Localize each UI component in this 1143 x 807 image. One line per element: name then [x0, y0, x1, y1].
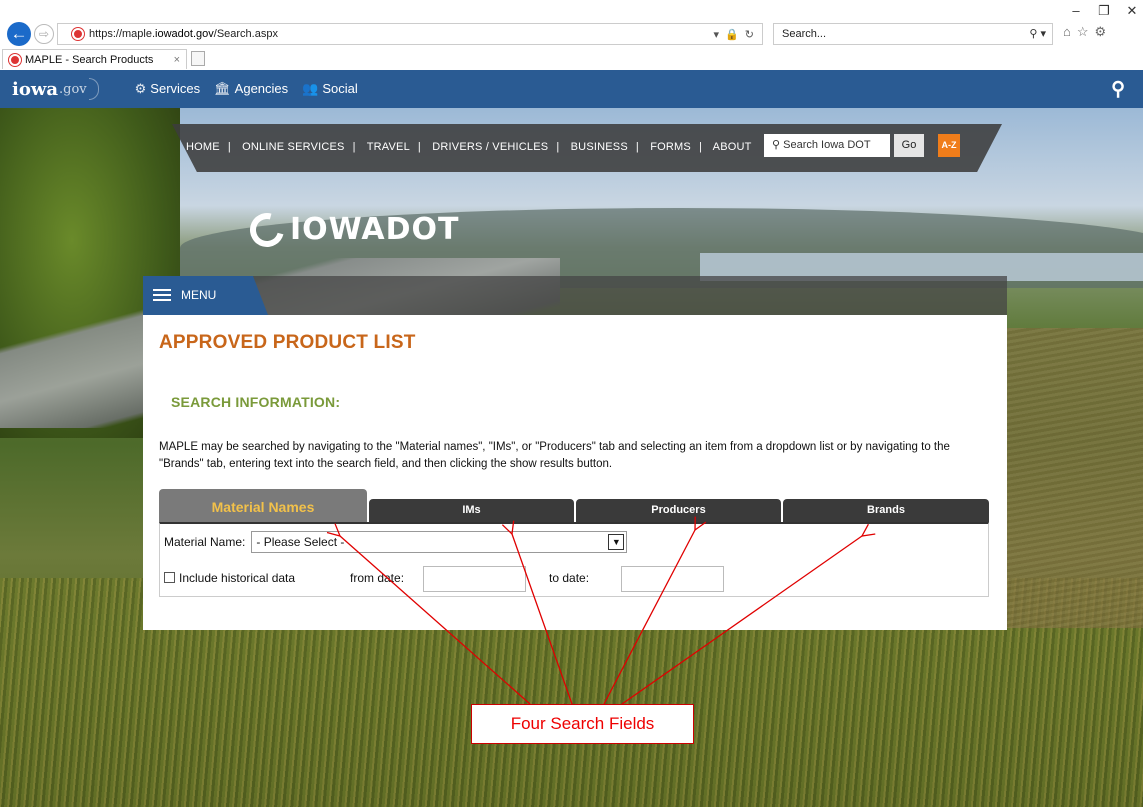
- nav-forms[interactable]: FORMS: [650, 141, 691, 153]
- search-tabs: Material Names IMs Producers Brands: [159, 489, 989, 522]
- four-search-fields-callout: Four Search Fields: [471, 704, 694, 744]
- from-date-label: from date:: [350, 571, 405, 585]
- nav-home[interactable]: HOME: [186, 141, 220, 153]
- menu-button[interactable]: MENU: [143, 276, 268, 315]
- tab-material-names[interactable]: Material Names: [159, 489, 367, 522]
- tab-favicon-icon: [9, 53, 21, 66]
- nav-business[interactable]: BUSINESS: [571, 141, 628, 153]
- gov-nav-services[interactable]: ⚙ Services: [135, 81, 201, 97]
- cogs-icon: ⚙: [134, 81, 147, 96]
- gov-bar: iowa .gov ⚙ Services 🏛 Agencies 👥 Social ⚲: [0, 70, 1143, 108]
- top-nav-links: HOME | ONLINE SERVICES | TRAVEL | DRIVERS /…: [186, 141, 752, 153]
- nav-about[interactable]: ABOUT: [713, 141, 752, 153]
- page-title: APPROVED PRODUCT LIST: [159, 332, 416, 353]
- home-icon[interactable]: ⌂: [1063, 24, 1071, 40]
- forward-button[interactable]: ⇨: [34, 24, 54, 44]
- tab-producers[interactable]: Producers: [576, 499, 781, 522]
- intro-text: MAPLE may be searched by navigating to t…: [159, 441, 950, 470]
- chevron-down-icon[interactable]: ▼: [608, 534, 625, 550]
- material-name-label: Material Name:: [164, 535, 246, 549]
- to-date-label: to date:: [549, 571, 590, 585]
- to-date-input[interactable]: [621, 566, 724, 592]
- section-title: SEARCH INFORMATION:: [171, 394, 341, 410]
- dropdown-arrow-icon[interactable]: ▾: [714, 28, 720, 41]
- from-date-input[interactable]: [423, 566, 526, 592]
- nav-online-services[interactable]: ONLINE SERVICES: [242, 141, 344, 153]
- nav-drivers-vehicles[interactable]: DRIVERS / VEHICLES: [432, 141, 548, 153]
- address-bar[interactable]: https://maple.iowadot.gov/Search.aspx ▾ …: [57, 23, 763, 45]
- search-icon: ⚲: [772, 139, 784, 151]
- gov-nav-agencies[interactable]: 🏛 Agencies: [214, 81, 288, 97]
- iowa-dot-logo[interactable]: IOWADOT: [243, 206, 460, 253]
- tab-brands[interactable]: Brands: [783, 499, 989, 522]
- tab-strip: MAPLE - Search Products ×: [0, 48, 1143, 70]
- minimize-button[interactable]: –: [1069, 0, 1083, 22]
- hamburger-icon: [153, 289, 171, 301]
- back-button[interactable]: ←: [7, 22, 31, 46]
- iowa-gov-logo[interactable]: iowa .gov: [12, 78, 99, 100]
- tab-ims[interactable]: IMs: [369, 499, 574, 522]
- content-card: APPROVED PRODUCT LIST SEARCH INFORMATION…: [143, 315, 1007, 630]
- refresh-icon[interactable]: ↻: [745, 28, 754, 41]
- institution-icon: 🏛: [214, 81, 231, 96]
- search-icon[interactable]: ⚲ ▾: [1029, 24, 1046, 44]
- tab-panel: Material Name: - Please Select - ▼ Inclu…: [159, 522, 989, 597]
- users-icon: 👥: [302, 81, 319, 96]
- field-right-decor: [993, 328, 1143, 628]
- dot-swirl-icon: [243, 206, 291, 253]
- gov-nav: ⚙ Services 🏛 Agencies 👥 Social: [135, 81, 358, 97]
- go-button[interactable]: Go: [894, 134, 924, 157]
- browser-tab[interactable]: MAPLE - Search Products ×: [2, 49, 187, 69]
- lock-icon[interactable]: 🔒: [725, 28, 739, 41]
- menu-bar: MENU: [143, 276, 1007, 315]
- site-favicon-icon: [72, 28, 84, 40]
- hero-background: HOME | ONLINE SERVICES | TRAVEL | DRIVERS /…: [0, 108, 1143, 807]
- gov-nav-social[interactable]: 👥 Social: [302, 81, 358, 97]
- close-window-button[interactable]: ✕: [1125, 0, 1139, 22]
- top-nav: HOME | ONLINE SERVICES | TRAVEL | DRIVERS /…: [172, 124, 1002, 172]
- new-tab-button[interactable]: [191, 51, 205, 66]
- nav-travel[interactable]: TRAVEL: [367, 141, 410, 153]
- window-controls: – ❐ ✕: [1069, 0, 1139, 22]
- settings-gear-icon[interactable]: ⚙: [1095, 24, 1107, 40]
- material-name-select[interactable]: - Please Select - ▼: [251, 531, 628, 553]
- a-z-button[interactable]: A-Z: [938, 134, 960, 157]
- address-url: https://maple.iowadot.gov/Search.aspx: [89, 28, 278, 40]
- historical-data-label: Include historical data: [179, 571, 296, 585]
- gov-search-icon[interactable]: ⚲: [1111, 78, 1125, 101]
- browser-search-input[interactable]: Search... ⚲ ▾: [773, 23, 1053, 45]
- historical-data-checkbox[interactable]: [164, 572, 175, 583]
- browser-chrome: – ❐ ✕ ← ⇨ https://maple.iowadot.gov/Sear…: [0, 0, 1143, 70]
- tab-close-icon[interactable]: ×: [174, 54, 180, 66]
- tab-title: MAPLE - Search Products: [25, 53, 154, 66]
- favorites-star-icon[interactable]: ☆: [1077, 24, 1089, 40]
- restore-button[interactable]: ❐: [1097, 0, 1111, 22]
- site-search-input[interactable]: ⚲ Search Iowa DOT: [764, 134, 890, 157]
